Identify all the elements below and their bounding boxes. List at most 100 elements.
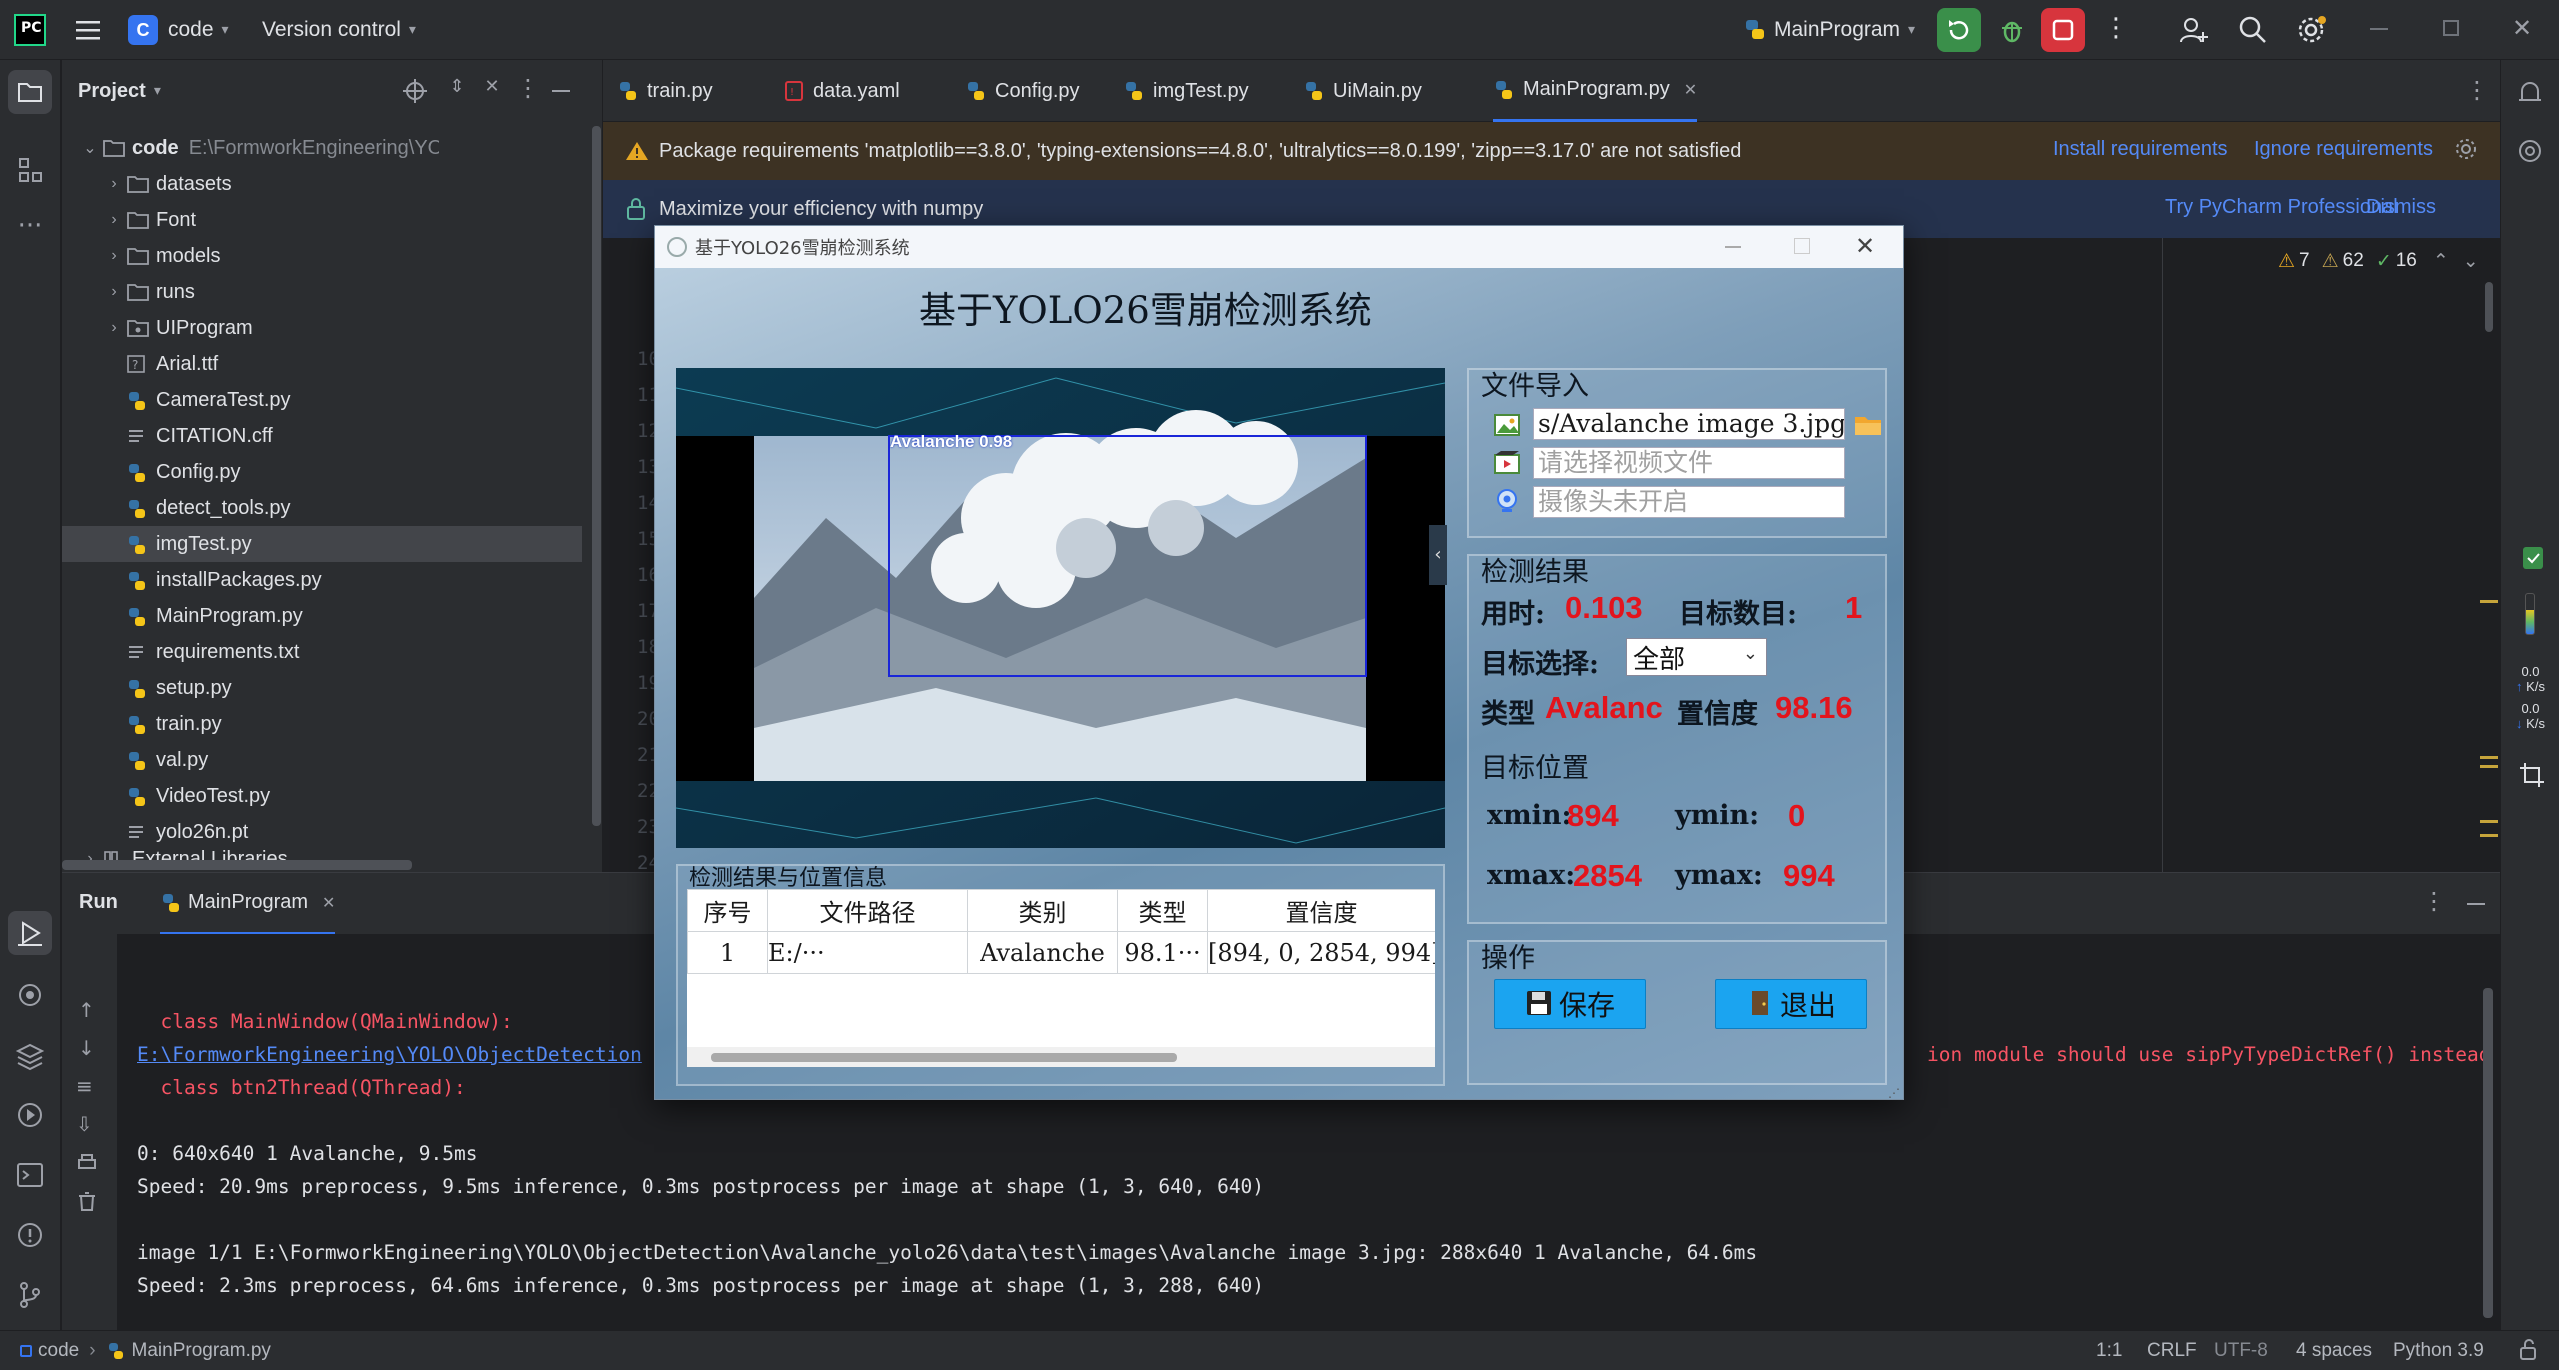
tree-item[interactable]: MainProgram.py (62, 598, 582, 634)
tree-item[interactable]: ? Arial.ttf (62, 346, 582, 382)
run-tool-icon[interactable] (8, 911, 52, 955)
next-highlight-icon[interactable]: ⌄ (2463, 250, 2479, 273)
services-icon[interactable] (8, 1093, 52, 1137)
terminal-icon[interactable] (8, 1153, 52, 1197)
console-scrollbar[interactable] (2483, 988, 2493, 1318)
print-icon[interactable] (76, 1152, 98, 1174)
editor-tab[interactable]: imgTest.py (1123, 60, 1249, 122)
video-file-icon[interactable] (1493, 449, 1521, 477)
camera-status-field[interactable]: 摄像头未开启 (1533, 486, 1845, 518)
banner-settings-gear-icon[interactable] (2453, 136, 2479, 162)
git-icon[interactable] (8, 1273, 52, 1317)
arrow-up-icon[interactable]: ↑ (78, 998, 95, 1022)
vertical-scrollbar[interactable] (592, 126, 601, 826)
tree-item[interactable]: imgTest.py (62, 526, 582, 562)
tree-item[interactable]: val.py (62, 742, 582, 778)
search-icon[interactable] (2237, 14, 2269, 46)
run-config-dropdown[interactable]: MainProgram ▾ (1742, 14, 1915, 46)
tree-item[interactable]: detect_tools.py (62, 490, 582, 526)
project-panel-header[interactable]: Project ▾ (78, 76, 161, 106)
editor-tab[interactable]: ! data.yaml (783, 60, 900, 122)
rerun-button[interactable] (1937, 8, 1981, 52)
python-interpreter[interactable]: Python 3.9 (2393, 1340, 2484, 1362)
close-tab-icon[interactable]: ✕ (1684, 80, 1697, 100)
trash-icon[interactable] (76, 1190, 98, 1212)
crop-tool-icon[interactable] (2517, 760, 2547, 790)
hide-panel-icon[interactable] (552, 90, 570, 92)
tree-item[interactable]: › datasets (62, 166, 582, 202)
tree-item[interactable]: setup.py (62, 670, 582, 706)
structure-icon[interactable] (8, 148, 52, 192)
unlock-icon[interactable] (2518, 1337, 2540, 1361)
install-requirements-link[interactable]: Install requirements (2053, 138, 2228, 161)
more-actions-icon[interactable]: ⋮ (2103, 14, 2129, 46)
close-window-icon[interactable]: ✕ (2508, 14, 2536, 42)
image-path-field[interactable]: s/Avalanche image 3.jpg (1533, 408, 1845, 440)
app-close-icon[interactable]: ✕ (1855, 232, 1875, 260)
close-tab-icon[interactable]: ✕ (322, 893, 335, 912)
tree-root-code[interactable]: ⌄ code E:\FormworkEngineering\YOLO\Objec… (62, 130, 582, 166)
console-path-link[interactable]: E:\FormworkEngineering\YOLO\ObjectDetect… (137, 1043, 642, 1066)
tree-item[interactable]: › UIProgram (62, 310, 582, 346)
crumb-project[interactable]: code (38, 1340, 79, 1362)
table-header-cell[interactable]: 置信度 (1207, 889, 1435, 932)
camera-icon[interactable] (1493, 487, 1521, 515)
image-file-icon[interactable] (1493, 411, 1521, 439)
save-button[interactable]: 保存 (1494, 979, 1646, 1029)
expand-all-icon[interactable]: ⇕ (446, 76, 468, 106)
more-tools-icon[interactable]: ··· (8, 206, 52, 250)
tree-item[interactable]: VideoTest.py (62, 778, 582, 814)
table-row[interactable]: 1 E:/··· Avalanche 98.1··· [894, 0, 2854, 99… (687, 931, 1435, 974)
results-table[interactable]: 序号 文件路径 类别 类型 置信度 1 E:/··· Avalanche 98.1··· [89… (687, 889, 1435, 1067)
pycharm-logo-icon[interactable]: PC (14, 14, 46, 46)
add-user-icon[interactable] (2178, 14, 2210, 46)
hide-run-panel-icon[interactable] (2467, 903, 2485, 905)
target-select-dropdown[interactable]: 全部 ⌄ (1626, 638, 1767, 676)
project-switcher[interactable]: C code ▾ (128, 14, 229, 46)
layers-icon[interactable] (8, 1033, 52, 1077)
open-folder-icon[interactable] (1853, 411, 1883, 439)
line-separator[interactable]: CRLF (2147, 1340, 2197, 1362)
problems-icon[interactable] (8, 1213, 52, 1257)
cursor-position[interactable]: 1:1 (2096, 1340, 2122, 1362)
editor-tab[interactable]: MainProgram.py ✕ (1493, 60, 1698, 122)
tree-item[interactable]: installPackages.py (62, 562, 582, 598)
collapse-all-icon[interactable]: ✕ (480, 76, 504, 106)
editor-tab[interactable]: train.py (617, 60, 713, 122)
settings-gear-icon[interactable] (2295, 14, 2327, 46)
table-horizontal-scrollbar[interactable] (687, 1047, 1435, 1067)
tree-item[interactable]: Config.py (62, 454, 582, 490)
resize-grip-icon[interactable]: ⋰ (1888, 1086, 1900, 1099)
debug-bug-icon[interactable] (1996, 14, 2028, 46)
editor-scrollbar[interactable] (2485, 282, 2493, 332)
run-tab-mainprogram[interactable]: MainProgram ✕ (160, 873, 336, 935)
collapse-arrow-icon[interactable]: ‹ (1429, 525, 1447, 585)
crumb-file[interactable]: MainProgram.py (132, 1340, 271, 1362)
inspections-widget[interactable]: ⚠ 7 ⚠ 62 ✓ 16 ⌃ ⌄ (2278, 248, 2479, 274)
tree-item[interactable]: train.py (62, 706, 582, 742)
ai-assistant-icon[interactable] (2513, 134, 2547, 168)
ignore-requirements-link[interactable]: Ignore requirements (2254, 138, 2433, 161)
app-maximize-icon[interactable] (1794, 238, 1810, 254)
main-menu-icon[interactable] (74, 16, 102, 44)
project-tool-folder-icon[interactable] (8, 70, 52, 114)
tabs-more-icon[interactable]: ⋮ (2465, 76, 2489, 106)
tree-item[interactable]: requirements.txt (62, 634, 582, 670)
editor-tab[interactable]: UiMain.py (1303, 60, 1422, 122)
horizontal-scrollbar[interactable] (62, 860, 412, 870)
vcs-dropdown[interactable]: Version control ▾ (262, 14, 416, 46)
video-path-field[interactable]: 请选择视频文件 (1533, 447, 1845, 479)
tree-item[interactable]: › runs (62, 274, 582, 310)
try-professional-link[interactable]: Try PyCharm Professional (2165, 196, 2398, 219)
table-header-cell[interactable]: 序号 (687, 889, 768, 932)
app-minimize-icon[interactable] (1725, 246, 1741, 248)
arrow-down-icon[interactable]: ↓ (78, 1036, 95, 1060)
file-encoding[interactable]: UTF-8 (2214, 1340, 2268, 1362)
run-panel-options-icon[interactable]: ⋮ (2422, 887, 2446, 917)
tree-item[interactable]: yolo26n.pt (62, 814, 582, 850)
locate-target-icon[interactable] (402, 78, 428, 104)
table-header-cell[interactable]: 类别 (967, 889, 1118, 932)
tree-item[interactable]: › Font (62, 202, 582, 238)
tree-item[interactable]: CameraTest.py (62, 382, 582, 418)
exit-button[interactable]: 退出 (1715, 979, 1867, 1029)
